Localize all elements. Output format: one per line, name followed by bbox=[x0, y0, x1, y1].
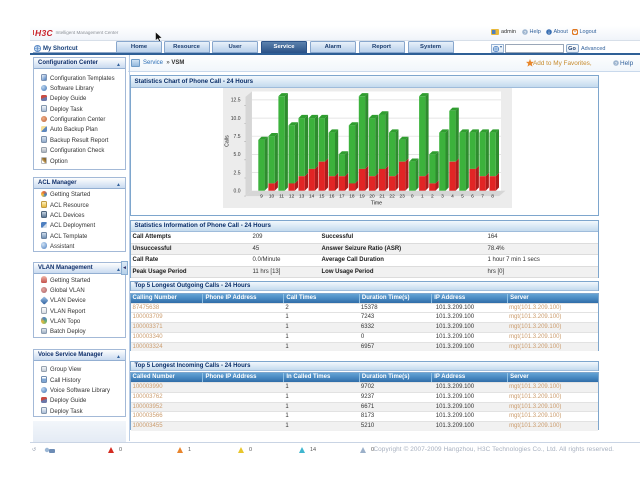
svg-text:16: 16 bbox=[329, 193, 335, 199]
svg-text:8: 8 bbox=[491, 193, 494, 199]
svg-text:7.5: 7.5 bbox=[233, 134, 240, 140]
svg-text:5: 5 bbox=[461, 193, 464, 199]
svg-text:6: 6 bbox=[471, 193, 474, 199]
svg-text:Calls: Calls bbox=[224, 135, 230, 147]
svg-text:20: 20 bbox=[369, 193, 375, 199]
svg-text:10: 10 bbox=[268, 193, 274, 199]
svg-text:17: 17 bbox=[339, 193, 345, 199]
svg-text:2.5: 2.5 bbox=[233, 170, 240, 176]
svg-text:11: 11 bbox=[279, 193, 284, 199]
svg-text:3: 3 bbox=[441, 193, 444, 199]
svg-text:12.5: 12.5 bbox=[230, 98, 240, 104]
svg-text:4: 4 bbox=[451, 193, 454, 199]
svg-text:22: 22 bbox=[389, 193, 395, 199]
svg-text:i: i bbox=[549, 30, 550, 35]
svg-text:5.0: 5.0 bbox=[233, 152, 240, 158]
svg-text:9: 9 bbox=[260, 193, 263, 199]
svg-text:10.0: 10.0 bbox=[230, 116, 240, 122]
svg-text:12: 12 bbox=[288, 193, 294, 199]
svg-text:18: 18 bbox=[349, 193, 355, 199]
svg-text:23: 23 bbox=[399, 193, 405, 199]
svg-text:21: 21 bbox=[379, 193, 385, 199]
svg-text:7: 7 bbox=[481, 193, 484, 199]
svg-text:Time: Time bbox=[370, 201, 381, 207]
svg-text:13: 13 bbox=[299, 193, 305, 199]
svg-text:1: 1 bbox=[420, 193, 423, 199]
svg-text:0: 0 bbox=[410, 193, 413, 199]
svg-text:15: 15 bbox=[319, 193, 325, 199]
svg-text:19: 19 bbox=[359, 193, 365, 199]
svg-text:2: 2 bbox=[430, 193, 433, 199]
svg-text:14: 14 bbox=[309, 193, 315, 199]
svg-text:0.0: 0.0 bbox=[233, 189, 240, 195]
